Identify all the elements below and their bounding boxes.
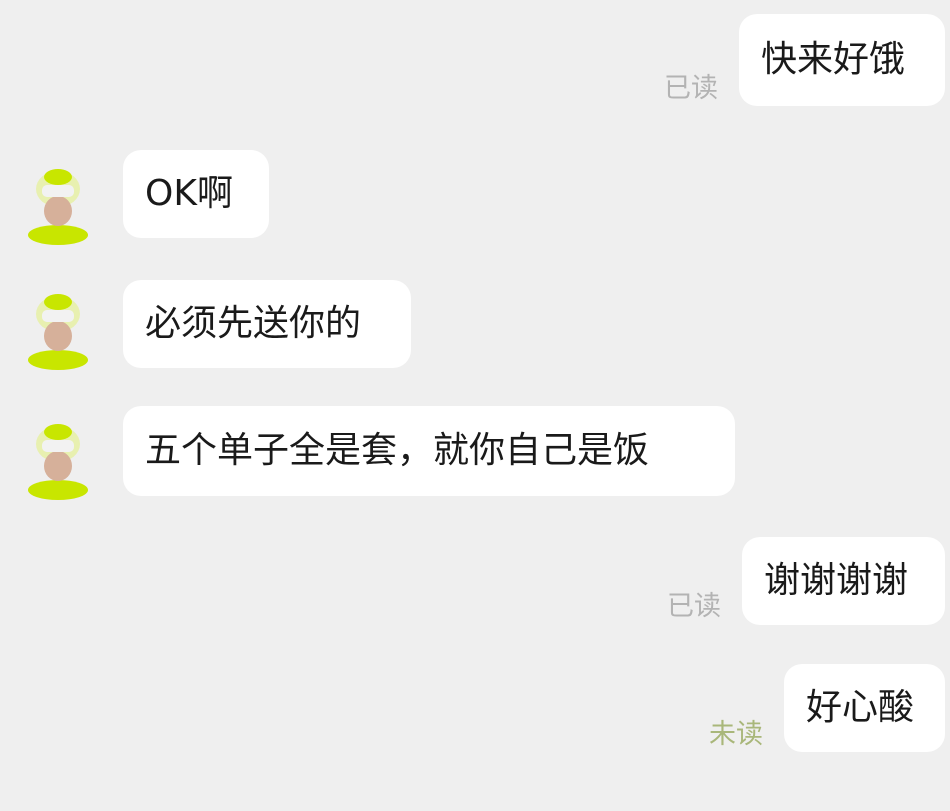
message-text: 五个单子全是套，就你自己是饭: [145, 430, 650, 471]
read-status: 已读: [667, 591, 721, 622]
message-text: 必须先送你的: [145, 303, 362, 344]
message-bubble-outgoing[interactable]: 快来好饿: [739, 14, 945, 106]
read-status: 已读: [664, 73, 718, 104]
avatar-icon: [28, 169, 88, 245]
message-bubble-outgoing[interactable]: 谢谢谢谢: [742, 537, 945, 625]
message-bubble-incoming[interactable]: OK啊: [123, 150, 269, 238]
avatar-icon: [28, 424, 88, 500]
message-text: 快来好饿: [761, 39, 906, 80]
avatar[interactable]: [22, 418, 94, 500]
message-text: 好心酸: [806, 687, 915, 728]
unread-status: 未读: [709, 719, 763, 750]
avatar[interactable]: [22, 288, 94, 370]
avatar[interactable]: [22, 163, 94, 245]
message-bubble-incoming[interactable]: 五个单子全是套，就你自己是饭: [123, 406, 735, 496]
message-text: 谢谢谢谢: [764, 560, 909, 601]
message-bubble-incoming[interactable]: 必须先送你的: [123, 280, 411, 368]
avatar-icon: [28, 294, 88, 370]
message-text: OK啊: [145, 173, 233, 214]
message-bubble-outgoing[interactable]: 好心酸: [784, 664, 945, 752]
